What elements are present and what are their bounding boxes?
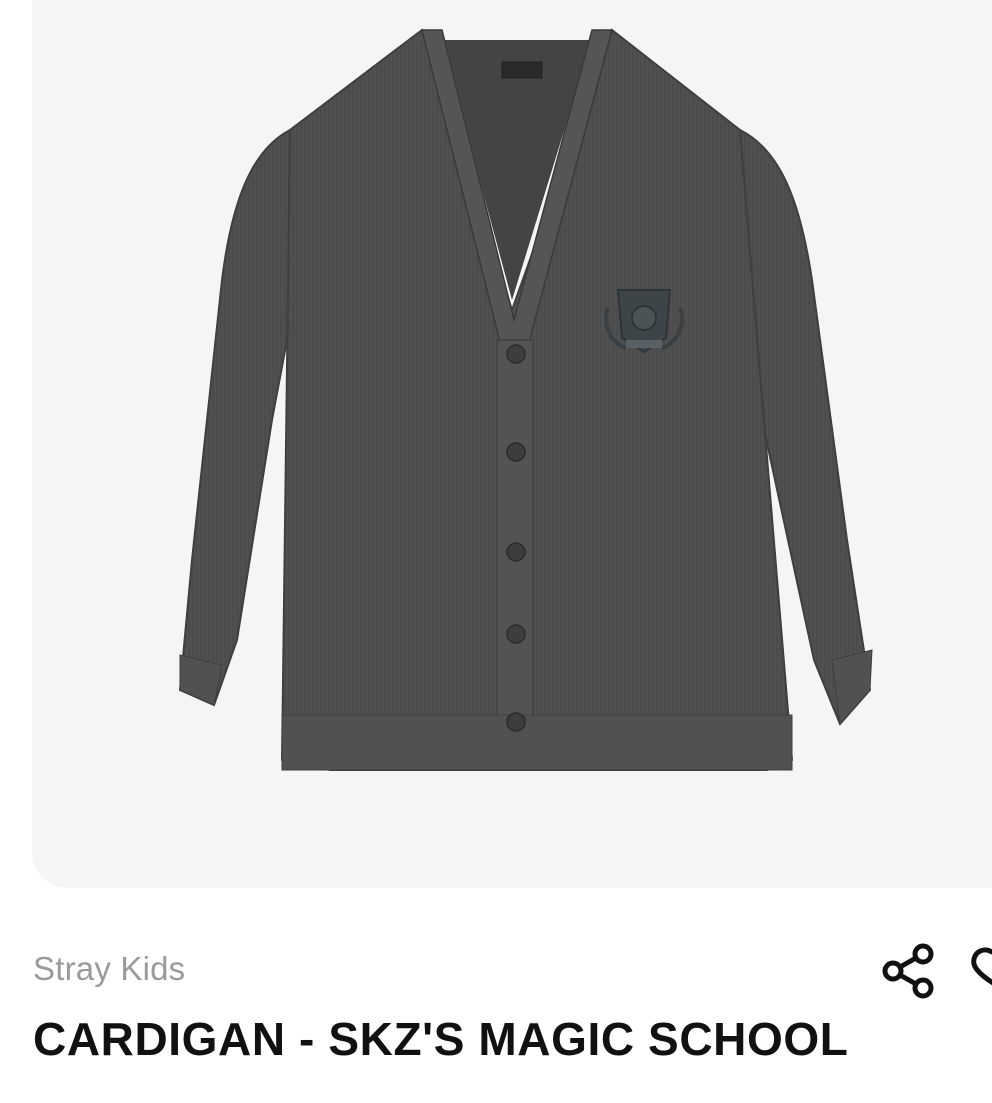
wishlist-button[interactable] bbox=[962, 938, 992, 1004]
product-title: CARDIGAN - SKZ'S MAGIC SCHOOL bbox=[33, 1013, 849, 1065]
product-image-card[interactable] bbox=[32, 0, 992, 888]
product-image bbox=[178, 28, 873, 771]
share-icon bbox=[882, 943, 934, 999]
heart-icon bbox=[971, 947, 992, 986]
brand-name[interactable]: Stray Kids bbox=[33, 950, 185, 988]
product-page: Stray Kids CARDIGAN - SKZ'S MAGIC SCHOOL bbox=[0, 0, 992, 1103]
share-button[interactable] bbox=[876, 938, 942, 1004]
